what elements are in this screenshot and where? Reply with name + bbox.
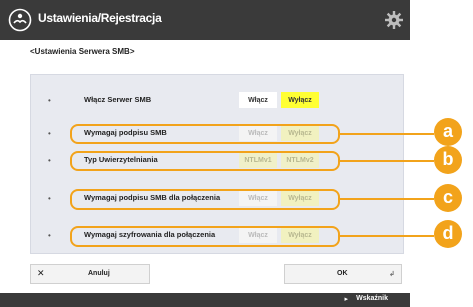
row-require-smb-signing: • Wymagaj podpisu SMB Włącz Wyłącz <box>40 123 340 145</box>
callout-marker-a: a <box>434 118 462 146</box>
smb-signing-off-button[interactable]: Wyłącz <box>281 125 319 141</box>
row-label: Wymagaj szyfrowania dla połączenia <box>84 230 216 239</box>
bullet-icon: • <box>48 231 51 240</box>
bullet-icon: • <box>48 156 51 165</box>
page-title: Ustawienia/Rejestracja <box>38 11 162 25</box>
connection-signing-on-button[interactable]: Włącz <box>239 190 277 206</box>
cancel-label: Anuluj <box>88 270 110 277</box>
row-require-signing-connection: • Wymagaj podpisu SMB dla połączenia Włą… <box>40 188 340 210</box>
cancel-button[interactable]: ✕ Anuluj <box>30 264 150 284</box>
row-enable-smb-server: • Włącz Serwer SMB Włącz Wyłącz <box>40 90 340 112</box>
callout-connector-a <box>340 133 434 135</box>
status-icon: ▸ <box>344 296 348 303</box>
callout-connector-b <box>340 160 434 162</box>
row-auth-type: • Typ Uwierzytelniania NTLMv1 NTLMv2 <box>40 150 340 172</box>
row-label: Włącz Serwer SMB <box>84 95 152 104</box>
status-bar: Wskaźnik ▸ <box>0 293 410 307</box>
title-bar: Ustawienia/Rejestracja <box>0 0 410 40</box>
callout-connector-c <box>340 198 434 200</box>
bullet-icon: • <box>48 96 51 105</box>
callout-connector-d <box>340 235 434 237</box>
bullet-icon: • <box>48 129 51 138</box>
gear-icon[interactable] <box>384 10 404 30</box>
connection-encryption-off-button[interactable]: Wyłącz <box>281 227 319 243</box>
home-icon[interactable] <box>8 8 32 32</box>
callout-marker-b: b <box>434 146 462 174</box>
callout-marker-d: d <box>434 220 462 248</box>
close-icon: ✕ <box>37 268 45 278</box>
connection-encryption-on-button[interactable]: Włącz <box>239 227 277 243</box>
enable-smb-off-button[interactable]: Wyłącz <box>281 92 319 108</box>
smb-signing-on-button[interactable]: Włącz <box>239 125 277 141</box>
row-label: Wymagaj podpisu SMB dla połączenia <box>84 193 221 202</box>
enter-icon: ↲ <box>389 271 395 278</box>
ntlmv1-button[interactable]: NTLMv1 <box>239 152 277 168</box>
bullet-icon: • <box>48 194 51 203</box>
enable-smb-on-button[interactable]: Włącz <box>239 92 277 108</box>
ok-button[interactable]: OK ↲ <box>284 264 402 284</box>
connection-signing-off-button[interactable]: Wyłącz <box>281 190 319 206</box>
row-label: Typ Uwierzytelniania <box>84 155 158 164</box>
row-require-encryption-connection: • Wymagaj szyfrowania dla połączenia Włą… <box>40 225 340 247</box>
status-monitor-label[interactable]: Wskaźnik <box>356 295 388 302</box>
ntlmv2-button[interactable]: NTLMv2 <box>281 152 319 168</box>
callout-marker-c: c <box>434 184 462 212</box>
ok-label: OK <box>337 270 348 277</box>
row-label: Wymagaj podpisu SMB <box>84 128 167 137</box>
breadcrumb: <Ustawienia Serwera SMB> <box>30 47 135 56</box>
